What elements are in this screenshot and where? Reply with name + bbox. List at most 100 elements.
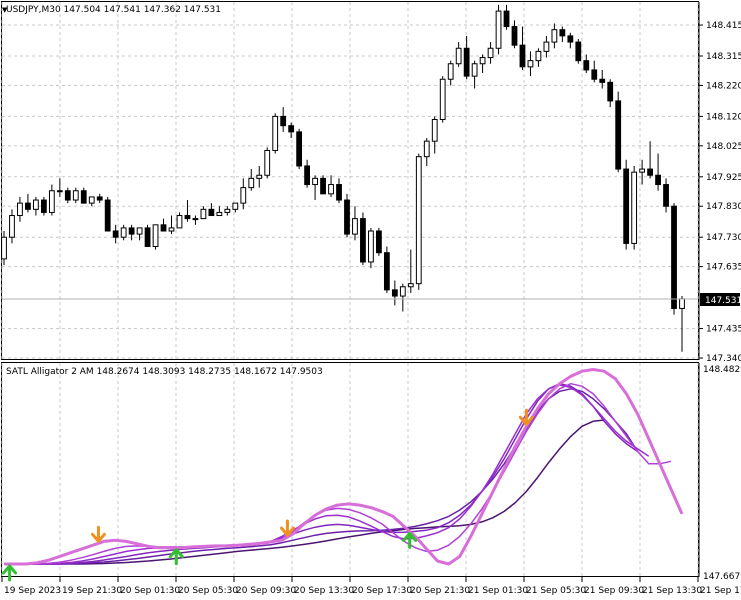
candle-body-bear — [519, 44, 526, 68]
price-tick-label: 147.435 — [706, 325, 741, 335]
candle-body-bull — [17, 202, 23, 217]
candle-body-bull — [543, 41, 550, 52]
candle-body-bull — [431, 119, 438, 142]
candle-body-bull — [216, 211, 223, 217]
candle — [152, 224, 159, 250]
candle — [439, 76, 446, 123]
time-axis: 19 Sep 2023 19 Sep 21:3020 Sep 01:3020 Se… — [1, 577, 741, 596]
price-tick-label: 147.925 — [706, 173, 741, 183]
candle-body-bull — [479, 57, 486, 65]
candle-body-bear — [391, 289, 398, 297]
candle-body-bull — [1, 236, 7, 260]
candle-body-bull — [152, 224, 159, 247]
candle-body-bear — [296, 131, 303, 167]
candle — [415, 153, 422, 290]
candle — [264, 147, 271, 179]
candle-body-bear — [320, 177, 326, 195]
candle-body-bear — [336, 184, 342, 201]
candle-body-bear — [671, 205, 677, 309]
candle-body-bull — [328, 184, 334, 195]
candle-body-bull — [439, 78, 446, 121]
time-tick-label: 20 Sep 05:30 — [178, 586, 238, 596]
candle-body-bear — [80, 190, 87, 204]
time-tick-label: 19 Sep 21:30 — [62, 586, 122, 596]
candle — [623, 159, 630, 250]
main-chart-label: USDJPY,M30 147.504 147.541 147.362 147.5… — [6, 5, 221, 15]
candle — [631, 165, 638, 250]
candle — [495, 4, 502, 55]
candle-body-bear — [607, 81, 614, 102]
current-price-value: 147.531 — [705, 296, 741, 306]
candle-body-bear — [559, 29, 566, 37]
candle — [383, 246, 390, 293]
candle-body-bull — [176, 215, 183, 229]
main-chart-panel[interactable] — [1, 1, 699, 360]
candle-body-bull — [240, 187, 247, 204]
price-tick-label: 147.635 — [706, 263, 741, 273]
time-tick-label: 19 Sep 2023 — [4, 586, 61, 596]
candle-body-bull — [224, 208, 231, 213]
candle-body-bear — [280, 115, 287, 127]
candle-body-bull — [639, 168, 646, 173]
candle — [40, 196, 47, 216]
candle-body-bear — [112, 230, 119, 238]
candle-body-bull — [48, 190, 55, 213]
dropdown-icon[interactable]: ▼ — [2, 6, 8, 14]
candle-body-bull — [256, 174, 263, 179]
candle-body-bull — [248, 177, 255, 189]
candle-body-bull — [72, 190, 79, 201]
candle-body-bull — [352, 218, 358, 235]
candle-body-bull — [136, 227, 143, 235]
candle-body-bull — [423, 140, 430, 158]
candle-body-bull — [407, 283, 414, 288]
candle-body-bull — [415, 156, 422, 285]
candle-body-bull — [368, 230, 374, 263]
candle-body-bear — [40, 199, 47, 213]
candle-body-bear — [591, 69, 598, 80]
indicator-top-value: 148.4829 — [703, 365, 741, 375]
price-axis: 148.415 148.315 148.220 148.120 148.025 147.9… — [698, 2, 741, 364]
candle-body-bear — [360, 218, 366, 263]
candle-body-bull — [9, 215, 15, 238]
candle-body-bear — [655, 174, 661, 186]
candle — [104, 196, 111, 232]
time-tick-label: 21 Sep 13:30 — [642, 586, 702, 596]
time-tick-label: 20 Sep 21:30 — [410, 586, 470, 596]
candle-body-bear — [663, 184, 669, 207]
candle-body-bull — [551, 29, 558, 43]
candle — [376, 227, 382, 256]
time-tick-label: 21 Sep 05:30 — [526, 586, 586, 596]
time-tick-label: 21 Sep 17:30 — [700, 586, 741, 596]
price-tick-label: 147.340 — [706, 354, 741, 364]
candle-body-bull — [88, 196, 95, 204]
candle-body-bull — [527, 60, 534, 68]
candle-body-bull — [487, 47, 494, 59]
candle-body-bull — [168, 227, 175, 232]
candle-body-bear — [623, 168, 630, 244]
candle-body-bear — [208, 208, 215, 217]
chart-window[interactable]: USDJPY,M30 147.504 147.541 147.362 147.5… — [0, 0, 741, 600]
candle-body-bull — [192, 218, 199, 221]
candle-body-bull — [399, 286, 406, 297]
candle — [368, 227, 374, 269]
candle-body-bull — [264, 149, 271, 176]
candle-body-bull — [56, 190, 63, 193]
candle-body-bear — [304, 165, 310, 186]
candle — [272, 113, 279, 154]
candle-body-bear — [567, 35, 574, 43]
time-tick-label: 20 Sep 09:30 — [236, 586, 296, 596]
candle-body-bear — [599, 78, 606, 83]
candle-body-bull — [455, 47, 462, 65]
candle — [671, 203, 677, 315]
time-tick-label: 20 Sep 01:30 — [120, 586, 180, 596]
candle — [360, 212, 366, 266]
candle — [144, 224, 151, 247]
candle-body-bull — [120, 227, 127, 238]
candle — [320, 175, 326, 195]
candle-body-bear — [503, 10, 510, 28]
time-tick-label: 20 Sep 13:30 — [294, 586, 354, 596]
candle-body-bear — [583, 60, 590, 71]
candle-body-bull — [631, 171, 638, 244]
time-tick-label: 21 Sep 09:30 — [584, 586, 644, 596]
candle-body-bear — [288, 125, 295, 133]
